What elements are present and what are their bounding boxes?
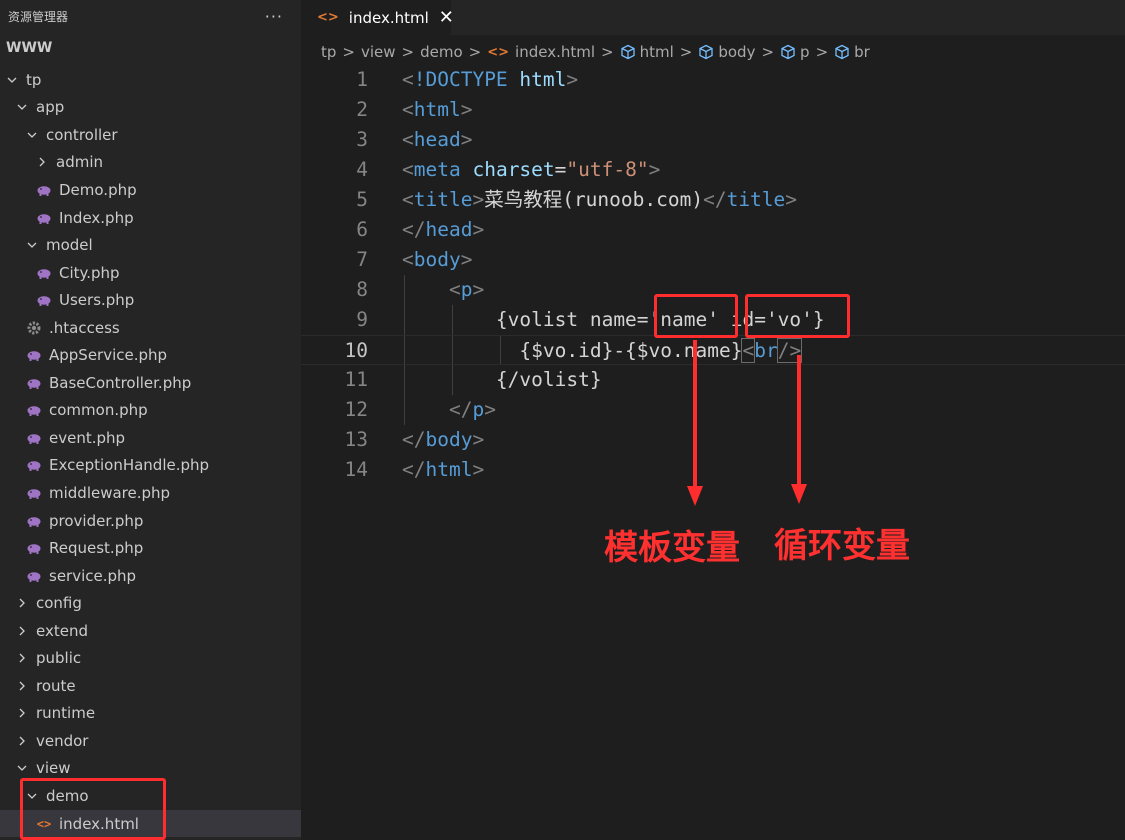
- annotation-arrows: [687, 340, 807, 506]
- annotation-label-loop-variable: 循环变量: [774, 526, 910, 566]
- annotation-label-template-variable: 模板变量: [604, 528, 740, 568]
- arrow-left-head: [687, 486, 703, 506]
- arrow-right-head: [791, 484, 807, 504]
